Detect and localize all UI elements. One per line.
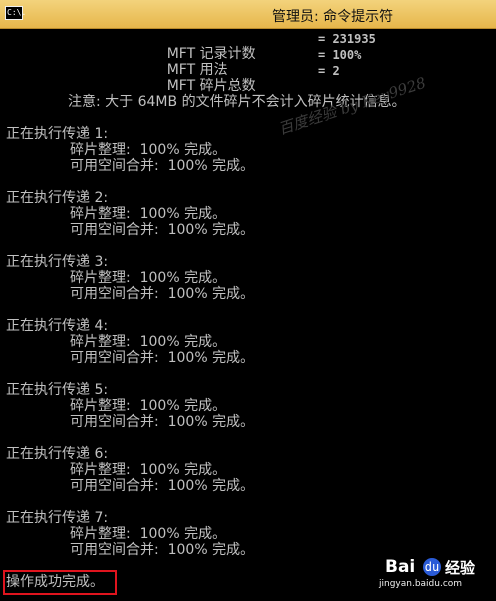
defrag-status: 碎片整理: 100% 完成。 [70,142,227,158]
baidu-jingyan-logo: Bai du 经验 jingyan.baidu.com [379,557,493,597]
defrag-status: 碎片整理: 100% 完成。 [70,334,227,350]
stat-label: MFT 碎片总数 [166,78,256,94]
cmd-icon[interactable]: C:\. [5,6,26,20]
defrag-status: 碎片整理: 100% 完成。 [70,526,227,542]
consolidate-status: 可用空间合并: 100% 完成。 [70,222,255,238]
jingyan-text: 经验 [445,559,476,577]
baidu-text: Bai [385,557,416,577]
logo-domain: jingyan.baidu.com [379,579,463,589]
pass-header: 正在执行传递 5: [6,382,109,398]
paw-icon: du [423,558,441,576]
console-output[interactable]: MFT 记录计数 = 231935 MFT 用法 = 100% MFT 碎片总数… [0,29,496,601]
window-title: 管理员: 命令提示符 [272,9,394,25]
defrag-status: 碎片整理: 100% 完成。 [70,206,227,222]
pass-header: 正在执行传递 3: [6,254,109,270]
stat-value: = 231935 [318,32,376,46]
consolidate-status: 可用空间合并: 100% 完成。 [70,414,255,430]
pass-header: 正在执行传递 1: [6,126,109,142]
defrag-status: 碎片整理: 100% 完成。 [70,462,227,478]
consolidate-status: 可用空间合并: 100% 完成。 [70,158,255,174]
highlight-box [3,570,117,595]
stat-value: = 100% [318,48,362,62]
title-bar[interactable]: C:\. 管理员: 命令提示符 [0,0,496,29]
pass-header: 正在执行传递 2: [6,190,109,206]
pass-header: 正在执行传递 4: [6,318,109,334]
pass-header: 正在执行传递 7: [6,510,109,526]
consolidate-status: 可用空间合并: 100% 完成。 [70,542,255,558]
consolidate-status: 可用空间合并: 100% 完成。 [70,286,255,302]
stat-value: = 2 [318,64,340,78]
pass-header: 正在执行传递 6: [6,446,109,462]
defrag-status: 碎片整理: 100% 完成。 [70,398,227,414]
consolidate-status: 可用空间合并: 100% 完成。 [70,478,255,494]
defrag-status: 碎片整理: 100% 完成。 [70,270,227,286]
consolidate-status: 可用空间合并: 100% 完成。 [70,350,255,366]
